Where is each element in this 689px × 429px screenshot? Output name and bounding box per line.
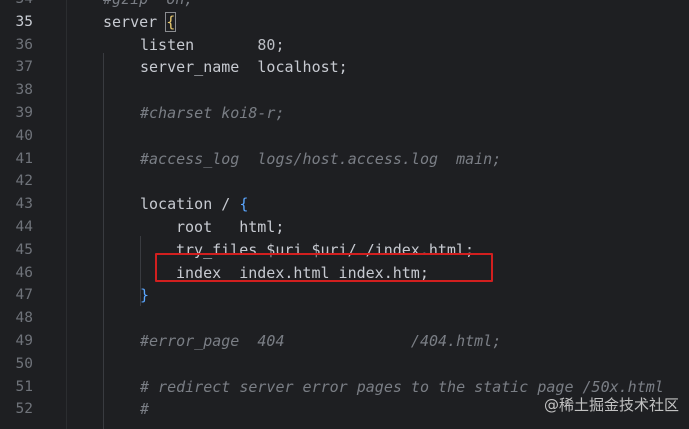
- line-number: 49: [15, 333, 33, 349]
- line-number: 40: [15, 127, 33, 144]
- code-text: listen 80;: [140, 34, 285, 57]
- comment-token: #charset koi8-r;: [140, 104, 285, 122]
- code-line[interactable]: 35 server {: [0, 11, 689, 34]
- code-line[interactable]: 34 #gzip on;: [0, 0, 689, 11]
- code-editor[interactable]: 34#gzip on;35server {36listen 80;37serve…: [0, 0, 689, 429]
- code-text: server {: [103, 11, 177, 34]
- comment-token: #access_log logs/host.access.log main;: [140, 149, 502, 168]
- annotation-highlight-box: [155, 253, 493, 282]
- code-line[interactable]: 43 location / {: [0, 193, 689, 216]
- line-number: 48: [15, 310, 33, 327]
- code-text: #charset koi8-r;: [140, 102, 285, 125]
- line-number: 51: [15, 378, 33, 395]
- brace-token: {: [239, 195, 249, 214]
- code-text: location / {: [140, 193, 248, 216]
- code-text: #error_page 404 /404.html;: [140, 330, 501, 353]
- code-text: #gzip on;: [103, 0, 193, 11]
- code-line[interactable]: 39 #charset koi8-r;: [0, 102, 689, 125]
- code-line[interactable]: 47}: [0, 284, 689, 307]
- code-line[interactable]: 49 #error_page 404 /404.html;: [0, 330, 689, 353]
- code-line[interactable]: 48: [0, 307, 689, 330]
- code-line[interactable]: 38: [0, 79, 689, 102]
- line-number: 47: [15, 287, 33, 304]
- code-token: server_name localhost;: [140, 58, 348, 77]
- line-number: 46: [15, 264, 33, 281]
- line-number: 36: [15, 36, 33, 53]
- line-number: 38: [15, 82, 33, 99]
- code-token: location /: [140, 195, 240, 214]
- line-number: 41: [15, 150, 33, 167]
- line-number: 34: [0, 0, 33, 11]
- code-line[interactable]: 37 server_name localhost;: [0, 56, 689, 79]
- comment-token: #error_page 404 /404.html;: [140, 332, 502, 350]
- brace-token: }: [140, 286, 150, 305]
- comment-token: #: [140, 400, 150, 419]
- code-token: listen: [140, 35, 258, 54]
- code-text: }: [140, 284, 149, 307]
- code-text: server_name localhost;: [140, 56, 348, 79]
- code-token: 80;: [257, 35, 285, 54]
- code-text: #access_log logs/host.access.log main;: [140, 148, 501, 171]
- code-line[interactable]: 36 listen 80;: [0, 34, 689, 57]
- line-number: 42: [15, 173, 33, 190]
- code-line[interactable]: 50: [0, 353, 689, 376]
- code-line[interactable]: 40: [0, 125, 689, 148]
- line-number: 52: [15, 401, 33, 418]
- code-line[interactable]: 44 root html;: [0, 216, 689, 239]
- code-line[interactable]: 42: [0, 170, 689, 193]
- line-number: 44: [15, 219, 33, 235]
- code-line[interactable]: 41 #access_log logs/host.access.log main;: [0, 148, 689, 171]
- line-number: 43: [15, 196, 33, 213]
- code-text: #: [140, 398, 149, 421]
- line-number: 50: [15, 355, 33, 372]
- line-number: 37: [15, 59, 33, 76]
- code-text: root html;: [176, 216, 284, 239]
- line-number: 45: [15, 241, 33, 258]
- line-number: 39: [15, 105, 33, 121]
- watermark: @稀土掘金技术社区: [543, 396, 679, 414]
- brace-token: {: [165, 11, 177, 32]
- code-token: server: [103, 12, 167, 31]
- comment-token: #gzip on;: [103, 0, 193, 8]
- comment-token: # redirect server error pages to the sta…: [140, 377, 664, 396]
- line-number: 35: [15, 13, 33, 30]
- code-token: root html;: [176, 218, 285, 236]
